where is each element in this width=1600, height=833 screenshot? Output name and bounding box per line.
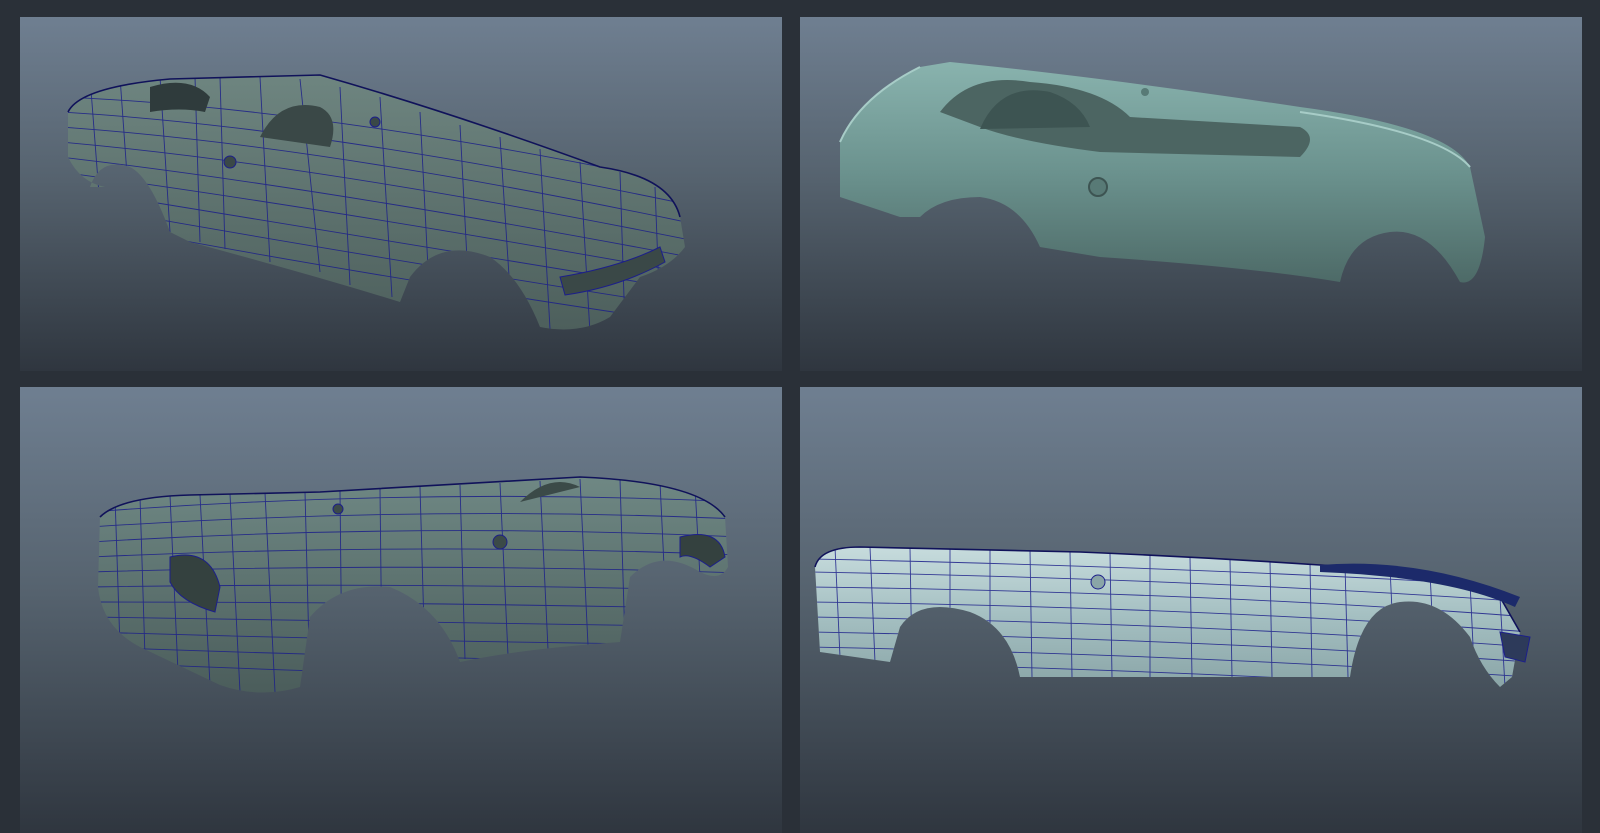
car-body-wireframe-rear [98,476,728,693]
viewport-bottom-left[interactable] [20,387,782,833]
car-body-smooth-shaded [839,62,1485,283]
side-panel-shell [815,547,1520,687]
car-body-wireframe-side [814,546,1531,687]
viewport-top-left[interactable] [20,17,782,371]
viewport-top-right[interactable] [800,17,1582,371]
body-shell [68,75,685,330]
viewport-bottom-right[interactable] [800,387,1582,833]
four-view-layout [0,0,1600,833]
body-shell [840,62,1485,283]
car-body-wireframe-front [67,74,685,330]
